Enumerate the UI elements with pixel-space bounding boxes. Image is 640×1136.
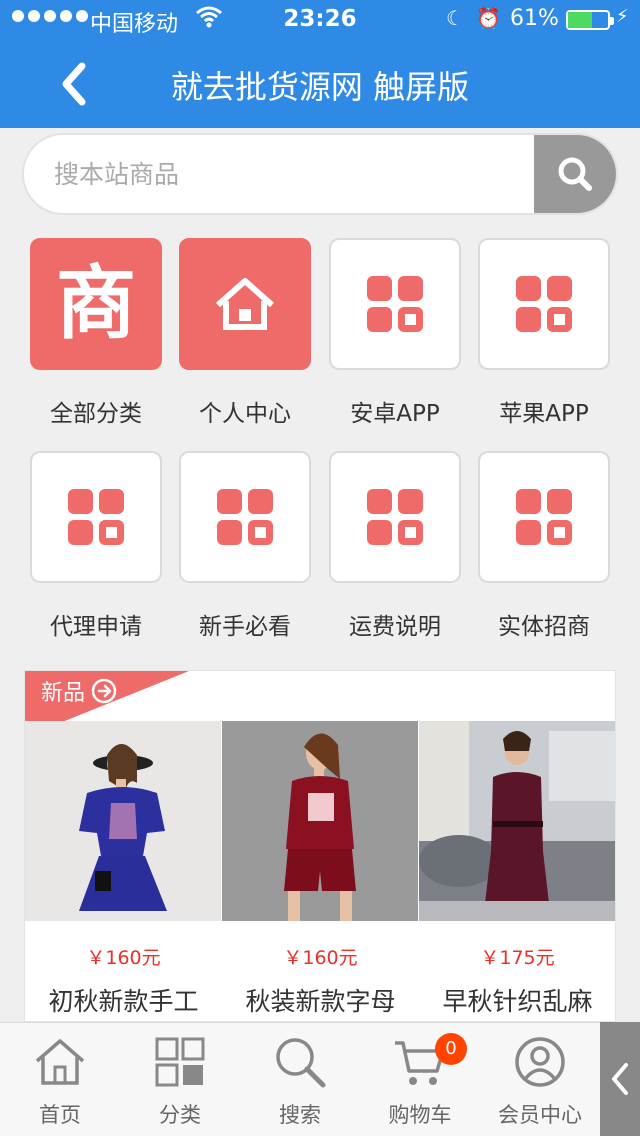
page-title: 就去批货源网 触屏版	[170, 68, 470, 106]
battery-icon	[566, 10, 614, 30]
alarm-icon: ⏰	[476, 6, 501, 30]
nav-label: 购物车	[388, 1103, 452, 1127]
user-icon	[515, 1037, 565, 1087]
nav-item-category[interactable]: 分类	[120, 1023, 240, 1136]
new-products-link[interactable]: 新品	[41, 675, 117, 707]
product-list: ￥160元 初秋新款手工 ￥160元 秋装新款字母 ￥175元 早秋针织乱麻	[25, 721, 617, 1018]
home-icon	[35, 1039, 85, 1085]
moon-icon: ☾	[446, 6, 464, 30]
grid-item-android-app[interactable]: 安卓APP	[329, 238, 461, 428]
nav-label: 会员中心	[498, 1103, 582, 1127]
apps-icon	[367, 276, 423, 332]
tile	[329, 451, 461, 583]
grid-item-label: 苹果APP	[499, 401, 589, 427]
side-drawer-toggle[interactable]	[600, 1022, 640, 1136]
product-image	[25, 721, 221, 921]
product-name: 初秋新款手工	[48, 987, 199, 1016]
product-price: ￥160元	[283, 947, 358, 969]
new-products-panel: 新品 ￥160元 初秋新款手工 ￥160元 秋装新款字母 ￥175元 早秋针织乱…	[24, 670, 616, 1022]
search-input[interactable]	[54, 135, 534, 213]
search-button[interactable]	[534, 135, 616, 213]
product-price: ￥160元	[86, 947, 161, 969]
category-icon	[155, 1037, 205, 1087]
apps-icon	[516, 489, 572, 545]
grid-item-label: 实体招商	[498, 614, 590, 640]
tile: 商	[30, 238, 162, 370]
shang-icon: 商	[56, 257, 136, 350]
tile	[30, 451, 162, 583]
grid-item-label: 安卓APP	[350, 401, 440, 427]
product-image	[419, 721, 615, 921]
tile	[329, 238, 461, 370]
status-bar: 中国移动 23:26 ☾ ⏰ 61% ⚡	[0, 0, 640, 40]
home-icon	[216, 278, 274, 330]
nav-label: 搜索	[279, 1103, 321, 1127]
search-icon	[276, 1038, 326, 1088]
grid-item-label: 个人中心	[199, 401, 291, 427]
grid-item-label: 新手必看	[199, 614, 291, 640]
search-bar	[22, 133, 618, 215]
nav-label: 分类	[159, 1103, 201, 1127]
arrow-right-circle-icon	[91, 678, 117, 704]
new-products-label: 新品	[41, 681, 86, 706]
nav-item-home[interactable]: 首页	[0, 1023, 120, 1136]
product-name: 秋装新款字母	[245, 987, 396, 1016]
grid-item-label: 运费说明	[349, 614, 441, 640]
nav-item-search[interactable]: 搜索	[240, 1023, 360, 1136]
product-card[interactable]: ￥160元 秋装新款字母	[222, 721, 419, 1018]
charging-icon: ⚡	[616, 6, 629, 27]
tile	[478, 238, 610, 370]
grid-item-agent-apply[interactable]: 代理申请	[30, 451, 162, 641]
product-image	[222, 721, 418, 921]
chevron-left-icon	[612, 1063, 628, 1095]
nav-item-member-center[interactable]: 会员中心	[480, 1023, 600, 1136]
battery-percent: 61%	[510, 6, 559, 31]
apps-icon	[68, 489, 124, 545]
grid-item-store-recruit[interactable]: 实体招商	[478, 451, 610, 641]
tile	[179, 451, 311, 583]
product-name: 早秋针织乱麻	[442, 987, 593, 1016]
grid-item-all-categories[interactable]: 商 全部分类	[30, 238, 162, 428]
grid-item-label: 全部分类	[50, 401, 142, 427]
apps-icon	[516, 276, 572, 332]
product-card[interactable]: ￥160元 初秋新款手工	[25, 721, 222, 1018]
grid-item-ios-app[interactable]: 苹果APP	[478, 238, 610, 428]
apps-icon	[217, 489, 273, 545]
apps-icon	[367, 489, 423, 545]
search-icon	[558, 157, 592, 191]
product-price: ￥175元	[480, 947, 555, 969]
top-bar: 中国移动 23:26 ☾ ⏰ 61% ⚡ 就去批货源网 触屏版	[0, 0, 640, 128]
tile	[478, 451, 610, 583]
product-card[interactable]: ￥175元 早秋针织乱麻	[419, 721, 616, 1018]
header: 就去批货源网 触屏版	[0, 40, 640, 128]
nav-label: 首页	[39, 1103, 81, 1127]
grid-item-personal-center[interactable]: 个人中心	[179, 238, 311, 428]
cart-count-badge: 0	[435, 1033, 467, 1065]
nav-item-cart[interactable]: 0 购物车	[360, 1023, 480, 1136]
grid-item-shipping-info[interactable]: 运费说明	[329, 451, 461, 641]
grid-item-beginner-guide[interactable]: 新手必看	[179, 451, 311, 641]
grid-item-label: 代理申请	[50, 614, 142, 640]
bottom-nav: 首页 分类 搜索 0 购物车 会员中心	[0, 1022, 640, 1136]
tile	[179, 238, 311, 370]
